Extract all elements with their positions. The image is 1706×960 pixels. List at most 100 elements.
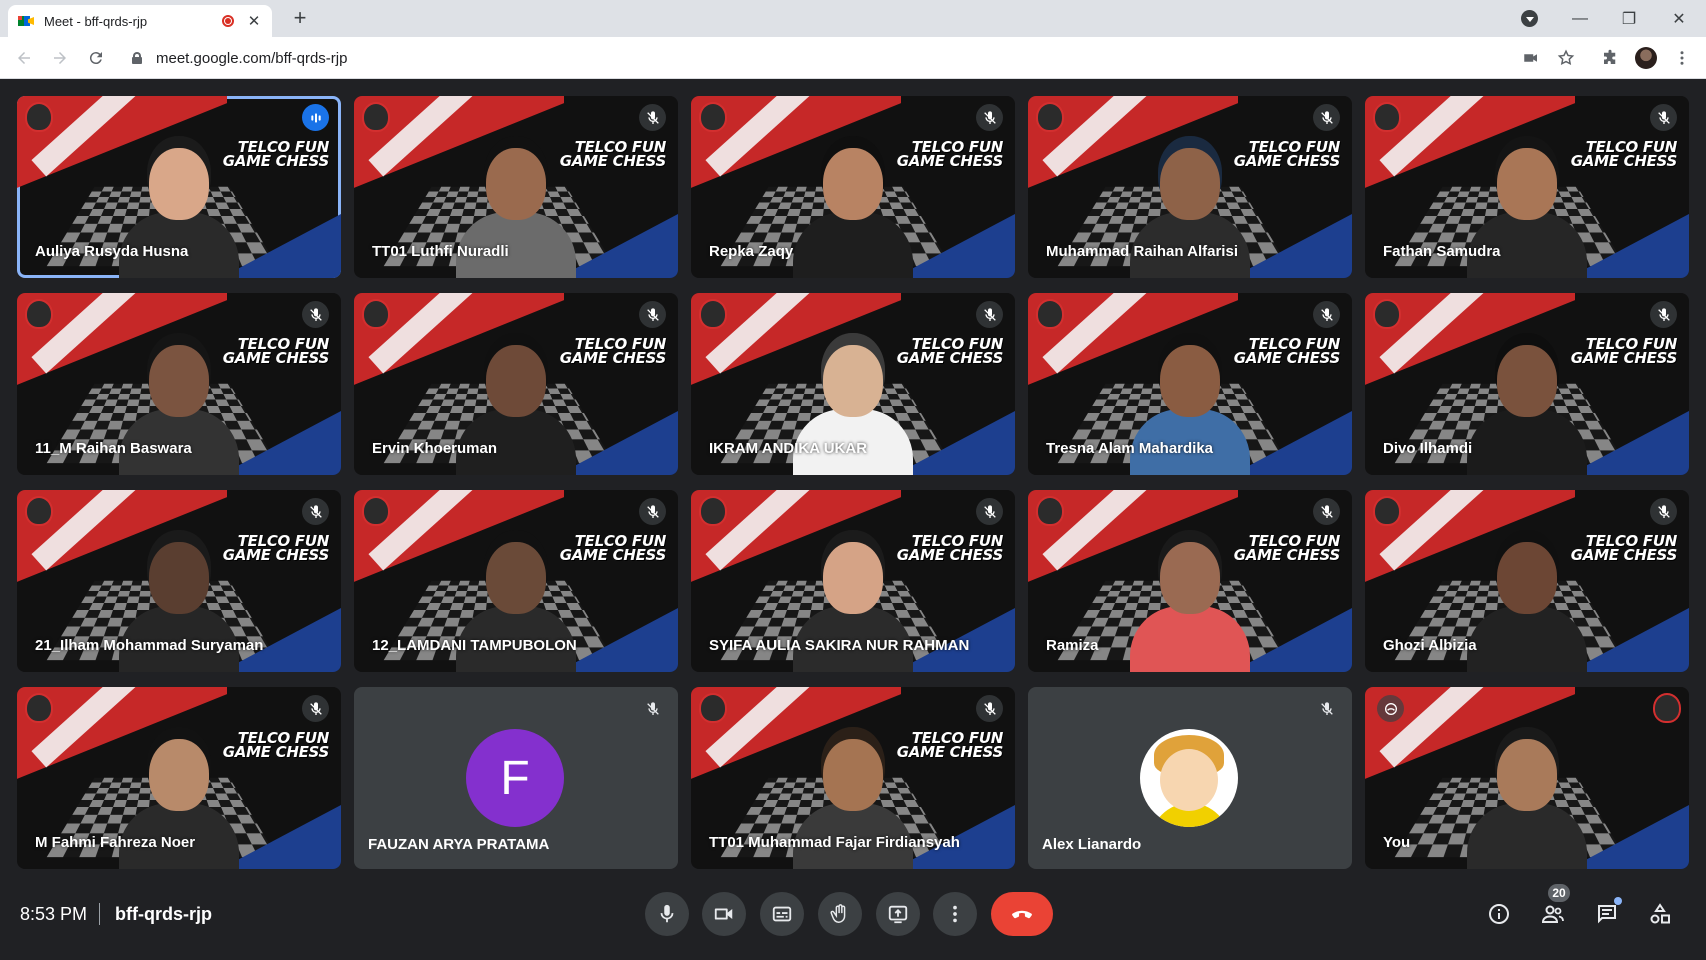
participant-tile[interactable]: TELCO FUN GAME CHESS Divo Ilhamdi [1365,293,1689,475]
more-options-icon [953,905,957,923]
people-button[interactable] [1537,898,1569,930]
muted-mic-icon [639,104,666,131]
activities-button[interactable] [1644,898,1676,930]
participant-name: Alex Lianardo [1042,836,1142,853]
browser-tab-meet[interactable]: Meet - bff-qrds-rjp ✕ [8,5,272,37]
close-icon[interactable]: ✕ [246,12,262,30]
team-logo [699,496,727,526]
forward-icon[interactable] [48,46,72,70]
participant-avatar-photo [1140,729,1238,827]
close-window-icon[interactable]: ✕ [1655,0,1703,37]
participant-name: Ramiza [1046,637,1099,654]
camera-button[interactable] [702,892,746,936]
lock-icon[interactable] [132,52,142,64]
address-bar[interactable]: meet.google.com/bff-qrds-rjp [120,41,1540,75]
team-logo [25,496,53,526]
new-tab-icon[interactable]: + [288,6,312,30]
participant-video [793,128,913,278]
participant-tile[interactable]: TELCO FUN GAME CHESS Repka Zaqy [691,96,1015,278]
chat-icon [1598,905,1616,924]
muted-mic-icon [302,695,329,722]
participant-tile[interactable]: TELCO FUN GAME CHESS M Fahmi Fahreza Noer [17,687,341,869]
raise-hand-icon [830,904,846,923]
info-icon [1489,904,1509,924]
participant-tile[interactable]: TELCO FUN GAME CHESS Ramiza [1028,490,1352,672]
participant-tile[interactable]: Alex Lianardo [1028,687,1352,869]
participant-name: Tresna Alam Mahardika [1046,440,1214,457]
back-icon[interactable] [12,46,36,70]
mic-icon [660,904,674,923]
participant-tile[interactable]: TELCO FUN GAME CHESS 11_M Raihan Baswara [17,293,341,475]
present-button[interactable] [876,892,920,936]
participant-tile[interactable]: TELCO FUN GAME CHESS Fathan Samudra [1365,96,1689,278]
participant-tile[interactable]: TELCO FUN GAME CHESS Muhammad Raihan Alfar… [1028,96,1352,278]
mic-button[interactable] [645,892,689,936]
muted-mic-icon [1313,695,1340,722]
team-logo [1036,102,1064,132]
more-options-button[interactable] [933,892,977,936]
meeting-time: 8:53 PM [20,904,88,924]
participant-name: Fathan Samudra [1383,243,1501,260]
team-logo [1036,299,1064,329]
team-logo [25,693,53,723]
participant-tile[interactable]: TELCO FUN GAME CHESS TT01 Muhammad Fajar F… [691,687,1015,869]
camera-icon [714,908,733,920]
participant-name: FAUZAN ARYA PRATAMA [368,836,550,853]
participant-tile[interactable]: TELCO FUN GAME CHESS Ervin Khoeruman [354,293,678,475]
recording-icon [222,15,234,27]
star-icon[interactable] [1554,46,1578,70]
leave-call-button[interactable] [991,892,1053,936]
participant-tile[interactable]: TELCO FUN GAME CHESS Tresna Alam Mahardika [1028,293,1352,475]
participant-count-badge: 20 [1548,884,1570,902]
participant-tile[interactable]: TELCO FUN GAME CHESS Ghozi Albizia [1365,490,1689,672]
captions-button[interactable] [760,892,804,936]
meeting-info-button[interactable] [1483,898,1515,930]
muted-mic-icon [639,695,666,722]
team-logo [1373,299,1401,329]
participant-name: Muhammad Raihan Alfarisi [1046,243,1238,260]
participant-tile[interactable]: You [1365,687,1689,869]
muted-mic-icon [639,498,666,525]
participant-tile[interactable]: F FAUZAN ARYA PRATAMA [354,687,678,869]
team-logo [362,496,390,526]
team-logo [25,299,53,329]
participant-tile[interactable]: TELCO FUN GAME CHESS IKRAM ANDIKA UKAR [691,293,1015,475]
profile-avatar[interactable] [1634,46,1658,70]
captions-icon [772,906,792,922]
muted-mic-icon [976,104,1003,131]
participant-tile[interactable]: TELCO FUN GAME CHESS TT01 Luthfi Nuradli [354,96,678,278]
muted-mic-icon [1650,498,1677,525]
participant-tile[interactable]: TELCO FUN GAME CHESS 21_Ilham Mohammad Sur… [17,490,341,672]
participant-tile[interactable]: TELCO FUN GAME CHESS Auliya Rusyda Husna [17,96,341,278]
minimize-icon[interactable]: — [1556,0,1604,37]
team-logo [25,102,53,132]
activities-icon [1650,903,1670,924]
participant-tile[interactable]: TELCO FUN GAME CHESS SYIFA AULIA SAKIRA NU… [691,490,1015,672]
muted-mic-icon [976,695,1003,722]
participant-tile[interactable]: TELCO FUN GAME CHESS 12_LAMDANI TAMPUBOLON [354,490,678,672]
more-menu-icon[interactable] [1670,46,1694,70]
team-logo [699,102,727,132]
profile-photo [1635,47,1657,69]
participant-video [1130,522,1250,672]
muted-mic-icon [1313,104,1340,131]
browser-tabstrip: Meet - bff-qrds-rjp ✕ + — ❐ ✕ [0,0,1706,37]
present-icon [888,905,908,924]
team-logo [1036,496,1064,526]
participant-name: Ghozi Albizia [1383,637,1477,654]
participant-name: 21_Ilham Mohammad Suryaman [35,637,264,654]
participant-name: Divo Ilhamdi [1383,440,1473,457]
reload-icon[interactable] [84,46,108,70]
camera-blocked-icon[interactable] [1519,46,1543,70]
hangup-icon [1012,910,1032,919]
raise-hand-button[interactable] [818,892,862,936]
muted-mic-icon [639,301,666,328]
profile-menu-icon[interactable] [1521,10,1538,27]
restore-icon[interactable]: ❐ [1605,0,1653,37]
participant-name: You [1383,834,1411,851]
extensions-icon[interactable] [1598,46,1622,70]
team-logo [699,693,727,723]
participant-name: TT01 Muhammad Fajar Firdiansyah [709,834,960,851]
team-logo [362,102,390,132]
divider [99,903,100,925]
